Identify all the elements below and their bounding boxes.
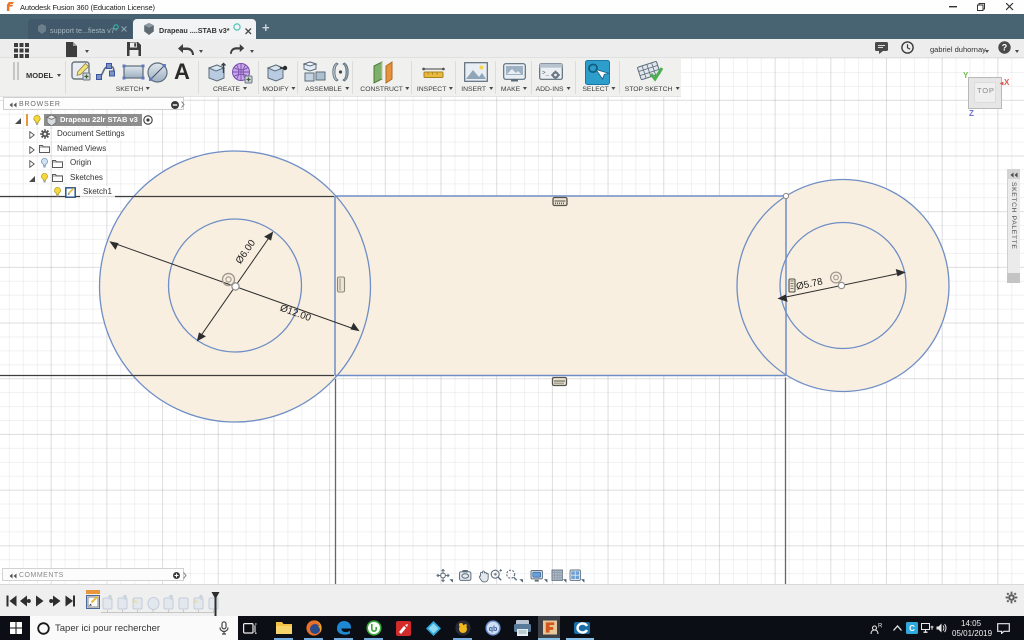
svg-text:C: C: [909, 624, 915, 633]
svg-text:>_: >_: [542, 70, 550, 77]
svg-text:qb: qb: [489, 626, 498, 633]
svg-text:R: R: [878, 624, 882, 630]
svg-text:?: ?: [1002, 43, 1008, 53]
